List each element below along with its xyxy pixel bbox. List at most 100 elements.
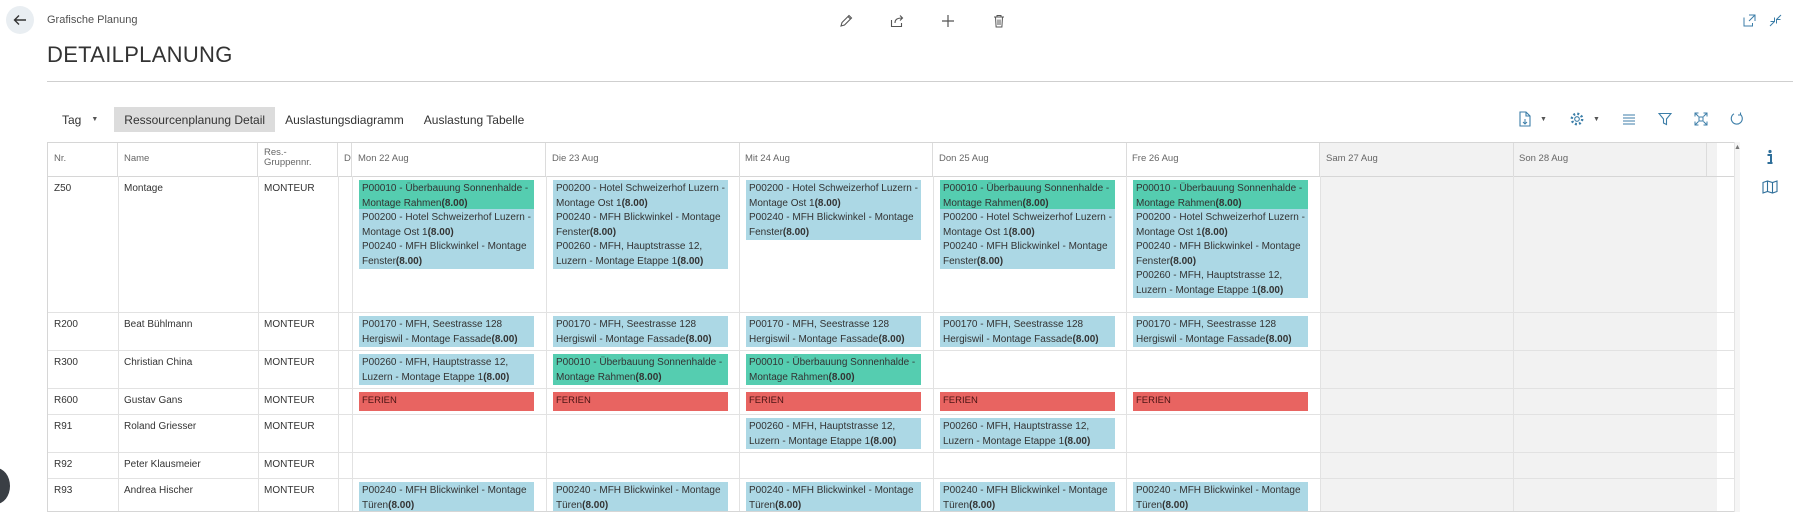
- assignment-hours: (8.00): [1201, 227, 1228, 238]
- period-dropdown[interactable]: Tag ▼: [52, 107, 114, 132]
- column-header-day[interactable]: Mon 22 Aug: [352, 143, 546, 176]
- assignment-block[interactable]: P00260 - MFH, Hauptstrasse 12, Luzern - …: [1133, 267, 1308, 298]
- column-divider: [1126, 176, 1127, 511]
- column-header-nr[interactable]: Nr.: [48, 143, 118, 176]
- column-header-day[interactable]: Die 23 Aug: [546, 143, 740, 176]
- settings-button[interactable]: ▼: [1569, 108, 1600, 130]
- assignment-block[interactable]: P00260 - MFH, Hauptstrasse 12, Luzern - …: [359, 354, 534, 385]
- assignment-block[interactable]: P00170 - MFH, Seestrasse 128 Hergiswil -…: [359, 316, 534, 347]
- vacation-block[interactable]: FERIEN: [746, 392, 921, 411]
- period-label: Tag: [62, 112, 82, 127]
- assignment-block[interactable]: P00010 - Überbauung Sonnenhalde - Montag…: [553, 354, 728, 385]
- assignment-hours: (8.00): [589, 227, 617, 238]
- breadcrumb[interactable]: Grafische Planung: [47, 14, 138, 26]
- assignment-hours: (8.00): [635, 372, 662, 383]
- share-button[interactable]: [887, 11, 907, 31]
- vacation-block[interactable]: FERIEN: [940, 392, 1115, 411]
- assignment-block[interactable]: P00240 - MFH Blickwinkel - Montage Türen…: [940, 482, 1115, 511]
- tab-auslastungsdiagramm[interactable]: Auslastungsdiagramm: [275, 107, 414, 132]
- assignment-block[interactable]: P00010 - Überbauung Sonnenhalde - Montag…: [746, 354, 921, 385]
- new-button[interactable]: [938, 11, 958, 31]
- export-button[interactable]: ▼: [1518, 108, 1547, 130]
- column-header-day[interactable]: Sam 27 Aug: [1320, 143, 1514, 176]
- column-header-day[interactable]: Fre 26 Aug: [1126, 143, 1320, 176]
- assignment-block[interactable]: P00240 - MFH Blickwinkel - Montage Fenst…: [940, 238, 1115, 269]
- fit-screen-button[interactable]: [1694, 108, 1708, 130]
- collapse-button[interactable]: [1767, 12, 1783, 28]
- column-header-name[interactable]: Name: [118, 143, 258, 176]
- map-icon: [1762, 180, 1778, 194]
- vacation-block[interactable]: FERIEN: [1133, 392, 1308, 411]
- weekend-background: [1320, 143, 1717, 511]
- resource-name: Gustav Gans: [124, 395, 183, 406]
- list-button[interactable]: [1622, 108, 1636, 130]
- assignment-hours: (8.00): [1162, 500, 1189, 511]
- assignment-block[interactable]: P00240 - MFH Blickwinkel - Montage Fenst…: [359, 238, 534, 269]
- resource-name: Peter Klausmeier: [124, 459, 201, 470]
- assignment-hours: (8.00): [878, 334, 905, 345]
- assignment-text: P00170 - MFH, Seestrasse 128 Hergiswil -…: [362, 319, 503, 345]
- assignment-block[interactable]: P00170 - MFH, Seestrasse 128 Hergiswil -…: [553, 316, 728, 347]
- info-icon: [1767, 149, 1773, 164]
- assignment-block[interactable]: P00200 - Hotel Schweizerhof Luzern - Mon…: [553, 180, 728, 211]
- assignment-hours: (8.00): [1265, 334, 1292, 345]
- open-in-new-window-icon: [1743, 14, 1755, 26]
- assignment-text: P00170 - MFH, Seestrasse 128 Hergiswil -…: [943, 319, 1084, 345]
- assignment-hours: (8.00): [828, 372, 855, 383]
- assignment-block[interactable]: P00170 - MFH, Seestrasse 128 Hergiswil -…: [1133, 316, 1308, 347]
- assignment-block[interactable]: P00240 - MFH Blickwinkel - Montage Fenst…: [746, 209, 921, 240]
- assignment-block[interactable]: P00010 - Überbauung Sonnenhalde - Montag…: [1133, 180, 1308, 211]
- assignment-block[interactable]: P00240 - MFH Blickwinkel - Montage Türen…: [746, 482, 921, 511]
- open-new-window-button[interactable]: [1741, 12, 1757, 28]
- assignment-hours: (8.00): [1008, 227, 1035, 238]
- column-header-d[interactable]: D: [338, 143, 352, 176]
- tab-ressourcenplanung-detail[interactable]: Ressourcenplanung Detail: [114, 107, 276, 132]
- assignment-block[interactable]: P00240 - MFH Blickwinkel - Montage Türen…: [359, 482, 534, 511]
- assignment-block[interactable]: P00010 - Überbauung Sonnenhalde - Montag…: [359, 180, 534, 211]
- vacation-block[interactable]: FERIEN: [553, 392, 728, 411]
- assignment-block[interactable]: P00240 - MFH Blickwinkel - Montage Türen…: [553, 482, 728, 511]
- assignment-block[interactable]: P00240 - MFH Blickwinkel - Montage Fenst…: [1133, 238, 1308, 269]
- resource-group: MONTEUR: [264, 421, 315, 432]
- assignment-block[interactable]: P00200 - Hotel Schweizerhof Luzern - Mon…: [1133, 209, 1308, 240]
- vacation-block[interactable]: FERIEN: [359, 392, 534, 411]
- column-divider: [338, 176, 339, 511]
- assignment-block[interactable]: P00010 - Überbauung Sonnenhalde - Montag…: [940, 180, 1115, 211]
- column-header-day[interactable]: Son 28 Aug: [1513, 143, 1707, 176]
- tab-auslastung-tabelle[interactable]: Auslastung Tabelle: [414, 107, 535, 132]
- info-button[interactable]: [1758, 145, 1782, 169]
- assignment-text: P00170 - MFH, Seestrasse 128 Hergiswil -…: [749, 319, 890, 345]
- assignment-block[interactable]: P00240 - MFH Blickwinkel - Montage Türen…: [1133, 482, 1308, 511]
- resource-nr: R92: [54, 459, 73, 470]
- assignment-block[interactable]: P00170 - MFH, Seestrasse 128 Hergiswil -…: [746, 316, 921, 347]
- column-header-day[interactable]: Don 25 Aug: [933, 143, 1127, 176]
- column-header-day[interactable]: Mit 24 Aug: [739, 143, 933, 176]
- scroll-up-icon[interactable]: ▲: [1734, 144, 1741, 151]
- assignment-block[interactable]: P00200 - Hotel Schweizerhof Luzern - Mon…: [746, 180, 921, 211]
- back-button[interactable]: [6, 6, 34, 34]
- resource-nr: R200: [54, 319, 78, 330]
- assignment-hours: (8.00): [685, 334, 712, 345]
- assignment-block[interactable]: P00200 - Hotel Schweizerhof Luzern - Mon…: [359, 209, 534, 240]
- assignment-block[interactable]: P00260 - MFH, Hauptstrasse 12, Luzern - …: [746, 418, 921, 449]
- assignment-block[interactable]: P00240 - MFH Blickwinkel - Montage Fenst…: [553, 209, 728, 240]
- assistant-button[interactable]: [0, 468, 10, 504]
- assignment-hours: (8.00): [395, 256, 423, 267]
- map-button[interactable]: [1758, 175, 1782, 199]
- assignment-block[interactable]: P00260 - MFH, Hauptstrasse 12, Luzern - …: [553, 238, 728, 269]
- column-header-resource-group[interactable]: Res.- Gruppennr.: [258, 143, 338, 176]
- filter-button[interactable]: [1657, 108, 1672, 130]
- assignment-hours: (8.00): [782, 227, 810, 238]
- refresh-button[interactable]: [1730, 108, 1744, 130]
- document-export-icon: [1519, 111, 1531, 127]
- delete-button[interactable]: [989, 11, 1009, 31]
- assignment-hours: (8.00): [1064, 436, 1091, 447]
- assignment-block[interactable]: P00170 - MFH, Seestrasse 128 Hergiswil -…: [940, 316, 1115, 347]
- vertical-scrollbar[interactable]: ▲: [1734, 142, 1741, 512]
- row-divider: [48, 388, 1734, 389]
- assignment-block[interactable]: P00260 - MFH, Hauptstrasse 12, Luzern - …: [940, 418, 1115, 449]
- assignment-text: P00240 - MFH Blickwinkel - Montage Fenst…: [556, 212, 721, 238]
- assignment-block[interactable]: P00200 - Hotel Schweizerhof Luzern - Mon…: [940, 209, 1115, 240]
- assignment-hours: (8.00): [976, 256, 1004, 267]
- edit-button[interactable]: [836, 11, 856, 31]
